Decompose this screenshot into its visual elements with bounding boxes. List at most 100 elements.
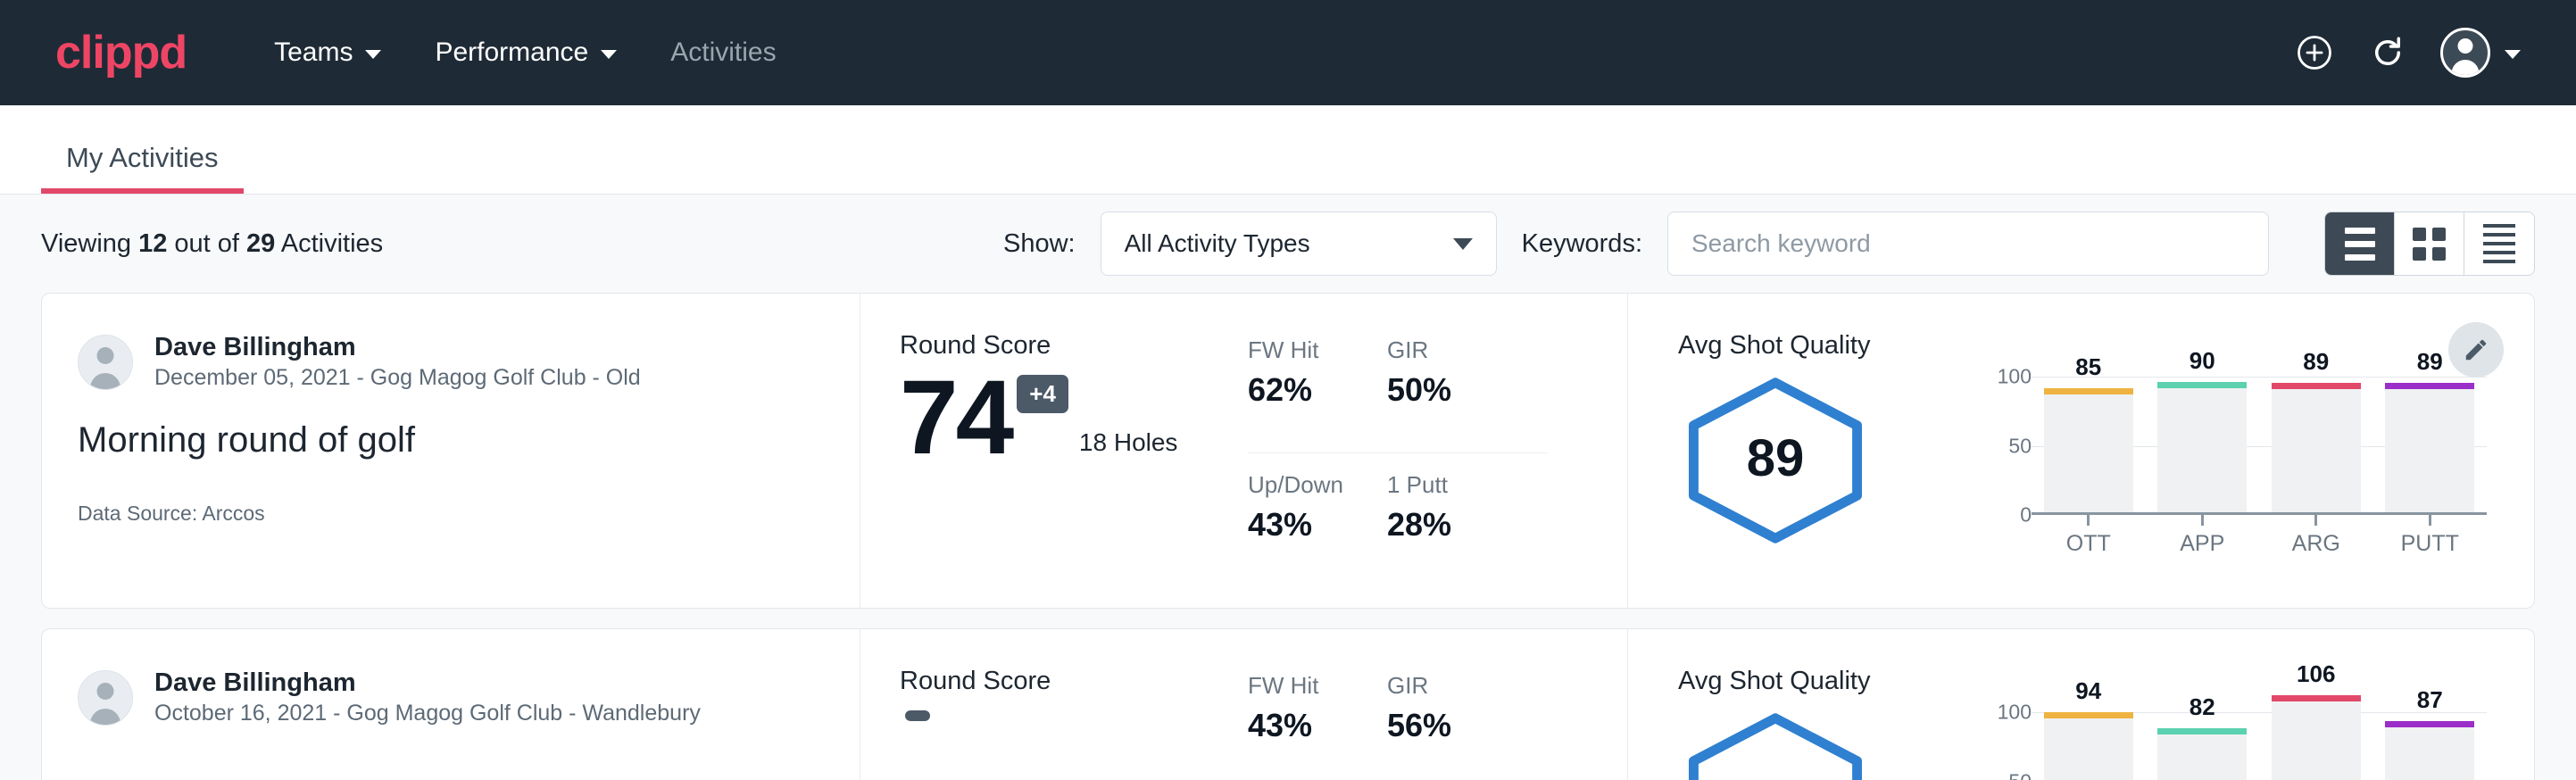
y-tick-label: 100 bbox=[1998, 365, 2032, 389]
round-score-value-row: 74 +4 18 Holes bbox=[900, 368, 1248, 468]
activity-type-select[interactable]: All Activity Types bbox=[1101, 212, 1497, 276]
activity-meta: December 05, 2021 - Gog Magog Golf Club … bbox=[154, 363, 641, 394]
filter-controls: Show: All Activity Types Keywords: bbox=[1003, 212, 2535, 276]
chart-y-axis: 050100 bbox=[1976, 356, 2032, 515]
stat-gir: GIR 56% bbox=[1387, 672, 1548, 780]
chart-bar-cap bbox=[2272, 695, 2361, 701]
chart-bar-value: 85 bbox=[2044, 353, 2133, 381]
stat-gir-label: GIR bbox=[1387, 672, 1525, 700]
stat-fw-hit-value: 43% bbox=[1248, 707, 1364, 744]
tab-my-activities[interactable]: My Activities bbox=[41, 142, 244, 194]
score-delta-badge bbox=[905, 710, 930, 721]
viewing-total: 29 bbox=[246, 229, 275, 258]
chart-tick-mark bbox=[2201, 515, 2204, 526]
chart-bar: 106 bbox=[2272, 701, 2361, 780]
chevron-down-icon bbox=[365, 50, 381, 59]
avg-shot-quality-label: Avg Shot Quality bbox=[1678, 667, 1946, 696]
nav-item-performance[interactable]: Performance bbox=[408, 37, 644, 68]
view-toggle-grid[interactable] bbox=[2395, 212, 2464, 275]
chart-bar-value: 89 bbox=[2272, 348, 2361, 376]
activity-author: Dave Billingham December 05, 2021 - Gog … bbox=[78, 331, 833, 394]
chart-x-tick: ARG bbox=[2272, 515, 2361, 557]
chart-bar-cap bbox=[2157, 728, 2247, 734]
stat-up-down-value: 43% bbox=[1248, 506, 1364, 544]
activity-meta: October 16, 2021 - Gog Magog Golf Club -… bbox=[154, 699, 701, 729]
chart-tick-mark bbox=[2314, 515, 2317, 526]
stat-gir-value: 50% bbox=[1387, 371, 1525, 409]
viewing-mid: out of bbox=[167, 229, 246, 258]
avg-shot-quality-section: Avg Shot Quality 89 050100 85908989 bbox=[1627, 294, 2534, 608]
avatar-icon[interactable] bbox=[2440, 28, 2490, 78]
add-button[interactable] bbox=[2294, 32, 2335, 73]
score-delta-badge: +4 bbox=[1017, 375, 1068, 413]
view-toggle-list[interactable] bbox=[2325, 212, 2395, 275]
stat-fw-hit-label: FW Hit bbox=[1248, 672, 1364, 700]
chart-tick-mark bbox=[2429, 515, 2431, 526]
chart-x-tick: OTT bbox=[2044, 515, 2133, 557]
clippd-logo[interactable]: clippd bbox=[55, 29, 187, 76]
chevron-down-icon bbox=[1453, 238, 1473, 250]
activity-card[interactable]: Dave Billingham October 16, 2021 - Gog M… bbox=[41, 628, 2535, 780]
chart-bar: 82 bbox=[2157, 734, 2247, 780]
primary-nav: Teams Performance Activities bbox=[247, 37, 802, 68]
round-stats-grid: FW Hit 62% GIR 50% Up/Down 43% 1 Putt 28… bbox=[1248, 336, 1548, 570]
chevron-down-icon bbox=[2505, 50, 2521, 59]
stat-one-putt-label: 1 Putt bbox=[1387, 471, 1525, 499]
avg-shot-quality-label: Avg Shot Quality bbox=[1678, 331, 1946, 361]
search-input[interactable] bbox=[1667, 212, 2269, 276]
refresh-button[interactable] bbox=[2367, 32, 2408, 73]
chevron-down-icon bbox=[601, 50, 617, 59]
nav-item-teams[interactable]: Teams bbox=[247, 37, 408, 68]
chart-bar-slot: 82 bbox=[2157, 692, 2247, 780]
navbar-actions bbox=[2294, 28, 2521, 78]
chart-bar-slot: 89 bbox=[2385, 356, 2474, 512]
viewing-prefix: Viewing bbox=[41, 229, 138, 258]
show-label: Show: bbox=[1003, 229, 1076, 259]
chart-x-tick: APP bbox=[2157, 515, 2247, 557]
quality-score-value: 89 bbox=[1678, 428, 1873, 488]
round-score-value-row bbox=[900, 703, 1248, 721]
holes-label: 18 Holes bbox=[1079, 428, 1178, 468]
activity-list: Dave Billingham December 05, 2021 - Gog … bbox=[41, 293, 2535, 780]
filter-bar: Viewing 12 out of 29 Activities Show: Al… bbox=[41, 195, 2535, 293]
round-score-label: Round Score bbox=[900, 331, 1248, 361]
chart-x-tick-label: PUTT bbox=[2401, 531, 2459, 557]
user-menu[interactable] bbox=[2440, 28, 2521, 78]
viewing-count: 12 bbox=[138, 229, 167, 258]
chart-bar-cap bbox=[2044, 712, 2133, 718]
y-tick-label: 50 bbox=[2008, 434, 2032, 458]
activity-card[interactable]: Dave Billingham December 05, 2021 - Gog … bbox=[41, 293, 2535, 609]
chart-bar-cap bbox=[2157, 382, 2247, 388]
chart-bar: 90 bbox=[2157, 388, 2247, 512]
edit-activity-button[interactable] bbox=[2448, 322, 2504, 378]
pencil-icon bbox=[2463, 336, 2489, 363]
round-stats-grid: FW Hit 43% GIR 56% bbox=[1248, 672, 1548, 780]
chart-x-tick-label: OTT bbox=[2066, 531, 2111, 557]
keywords-label: Keywords: bbox=[1522, 229, 1642, 259]
shot-quality-chart: 050100 85908989 OTTAPPARGPUTT bbox=[1976, 331, 2487, 557]
chart-bar-cap bbox=[2385, 721, 2474, 727]
chart-bar-slot: 94 bbox=[2044, 692, 2133, 780]
activity-info: Dave Billingham October 16, 2021 - Gog M… bbox=[42, 629, 860, 780]
stat-up-down-label: Up/Down bbox=[1248, 471, 1364, 499]
page-body: Viewing 12 out of 29 Activities Show: Al… bbox=[0, 195, 2576, 780]
chart-x-axis: OTT APP ARG PUTT bbox=[2032, 515, 2487, 557]
chart-bar-slot: 106 bbox=[2272, 692, 2361, 780]
stat-fw-hit-value: 62% bbox=[1248, 371, 1364, 409]
avatar bbox=[78, 335, 133, 390]
view-toggle-compact[interactable] bbox=[2464, 212, 2534, 275]
nav-item-activities[interactable]: Activities bbox=[644, 37, 802, 68]
chart-bar-cap bbox=[2044, 388, 2133, 394]
chart-bar-value: 106 bbox=[2272, 660, 2361, 688]
quality-hexagon: 89 bbox=[1678, 375, 1873, 546]
round-score-section: Round Score FW Hit 43% GIR 56% bbox=[860, 629, 1627, 780]
stat-up-down: Up/Down 43% bbox=[1248, 453, 1387, 571]
avatar bbox=[78, 670, 133, 726]
list-view-icon bbox=[2345, 228, 2375, 261]
chart-bar-cap bbox=[2385, 383, 2474, 389]
hexagon-icon bbox=[1678, 710, 1873, 780]
stat-fw-hit: FW Hit 62% bbox=[1248, 336, 1387, 453]
author-name: Dave Billingham bbox=[154, 667, 701, 699]
top-navbar: clippd Teams Performance Activities bbox=[0, 0, 2576, 105]
nav-item-activities-label: Activities bbox=[670, 37, 776, 68]
